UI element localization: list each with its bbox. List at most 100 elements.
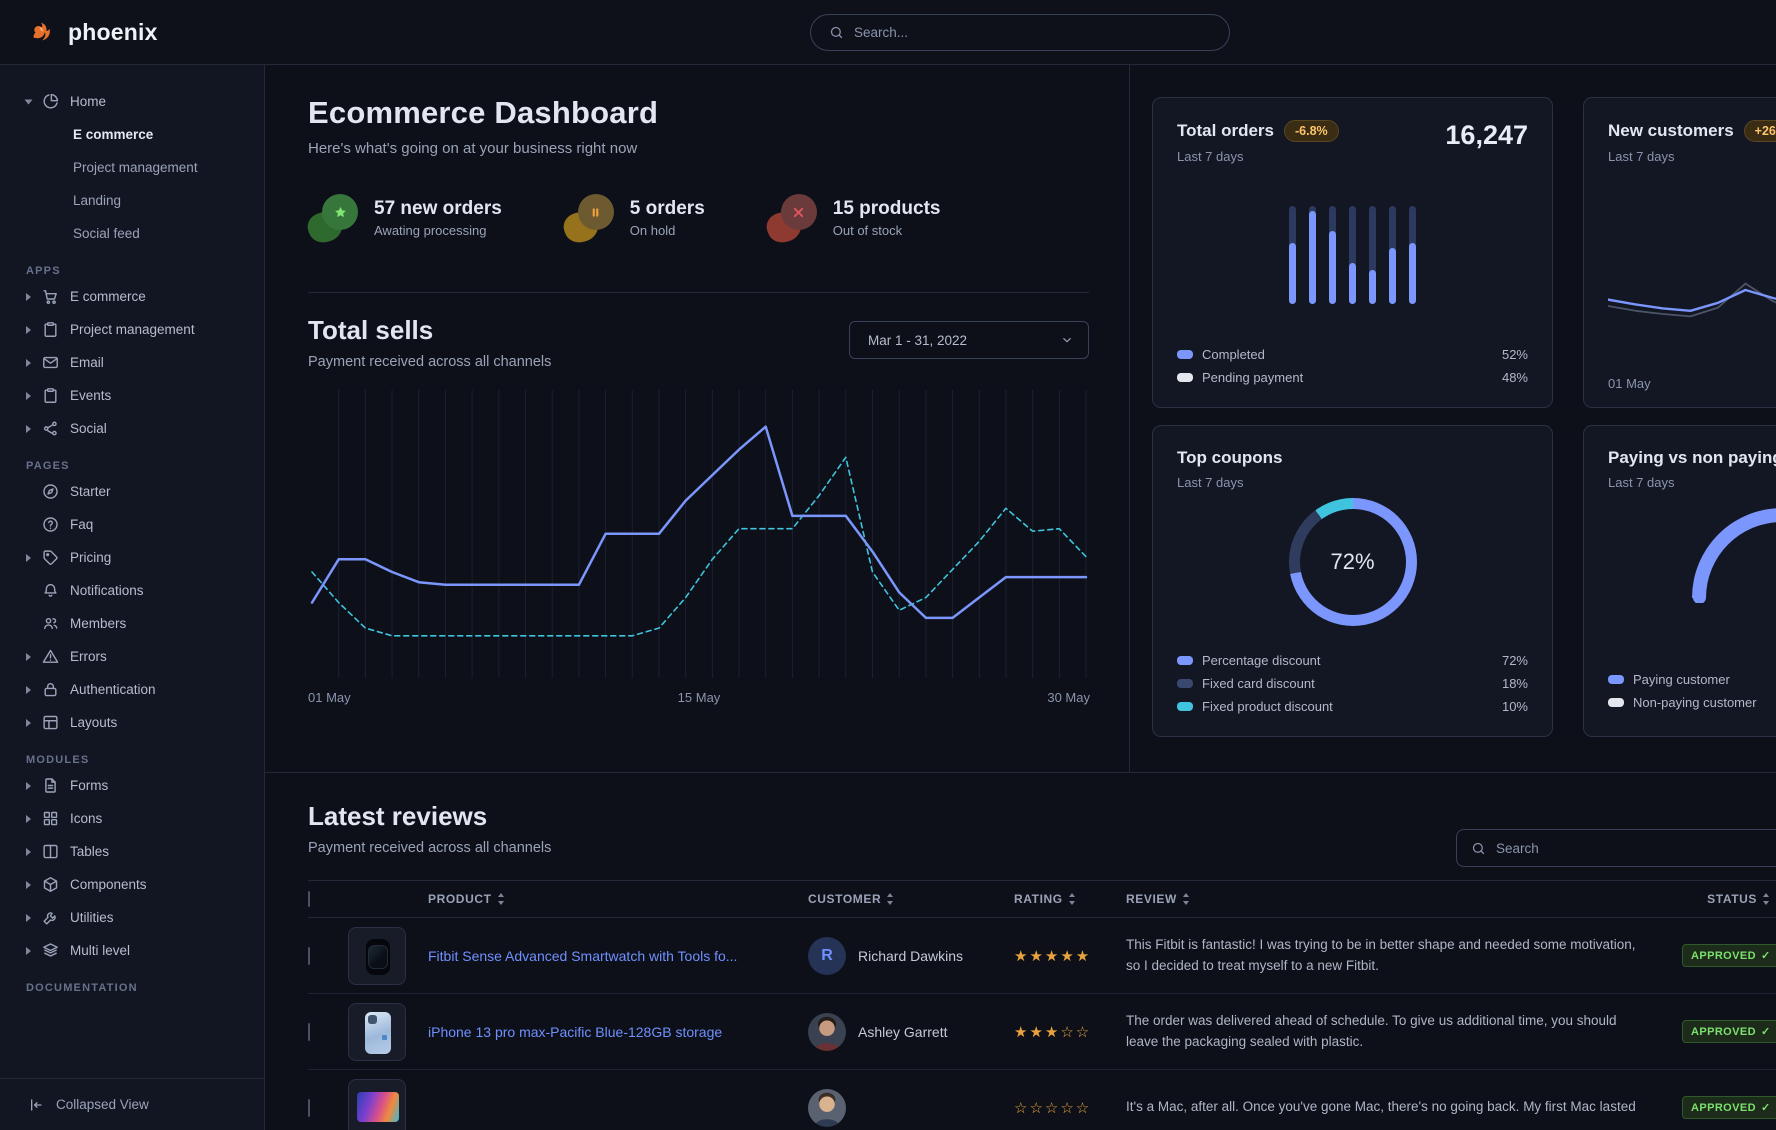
row-checkbox[interactable] — [308, 947, 310, 965]
sidebar-section-pages: PAGES — [26, 457, 254, 475]
select-all-checkbox[interactable] — [308, 891, 310, 907]
legend-swatch — [1608, 675, 1624, 684]
rating-stars: ☆☆☆☆☆ — [1014, 1100, 1091, 1117]
clipboard-icon — [42, 387, 59, 404]
legend-item: Percentage discount 72% — [1177, 649, 1528, 672]
paying-gauge-chart — [1692, 508, 1776, 603]
sidebar-item-pricing[interactable]: Pricing — [26, 541, 254, 574]
sidebar-item-authentication[interactable]: Authentication — [26, 673, 254, 706]
sidebar-section-documentation: DOCUMENTATION — [26, 979, 254, 997]
sidebar-item-project-management[interactable]: Project management — [26, 313, 254, 346]
stat-value: 15 products — [833, 198, 941, 220]
stat-caption: On hold — [630, 223, 705, 238]
sidebar-item-notifications[interactable]: Notifications — [26, 574, 254, 607]
customer-name: Richard Dawkins — [858, 948, 963, 964]
sidebar-item-label: Home — [70, 94, 106, 109]
check-icon: ✓ — [1761, 1101, 1771, 1114]
date-range-value: Mar 1 - 31, 2022 — [868, 333, 967, 348]
rating-stars: ★★★★★ — [1014, 948, 1091, 965]
pause-icon — [588, 205, 603, 220]
sidebar-item-components[interactable]: Components — [26, 868, 254, 901]
product-thumbnail-smartwatch — [348, 927, 406, 985]
review-text: This Fitbit is fantastic! I was trying t… — [1126, 935, 1682, 977]
sidebar-item-members[interactable]: Members — [26, 607, 254, 640]
order-bar — [1409, 206, 1416, 304]
global-search-input[interactable]: Search... — [810, 14, 1230, 51]
stat-caption: Out of stock — [833, 223, 941, 238]
sidebar-item-faq[interactable]: Faq — [26, 508, 254, 541]
total-orders-card: Total orders -6.8% Last 7 days 16,247 Co… — [1152, 97, 1553, 408]
sidebar-item-social[interactable]: Social — [26, 412, 254, 445]
sidebar-item-utilities[interactable]: Utilities — [26, 901, 254, 934]
product-thumbnail-iphone — [348, 1003, 406, 1061]
new-customers-line-chart — [1608, 248, 1776, 343]
sidebar-item-email[interactable]: Email — [26, 346, 254, 379]
cube-icon — [42, 876, 59, 893]
global-search-placeholder: Search... — [854, 25, 908, 40]
legend-swatch — [1177, 679, 1193, 688]
sidebar-item-home[interactable]: Home — [26, 85, 254, 118]
column-header-review[interactable]: REVIEW — [1126, 881, 1682, 918]
reviews-search-placeholder: Search — [1496, 841, 1539, 856]
sidebar-item-landing[interactable]: Landing — [26, 184, 254, 217]
x-tick: 15 May — [678, 690, 721, 705]
card-title: Paying vs non paying — [1608, 448, 1776, 468]
lock-icon — [42, 681, 59, 698]
x-tick: 30 May — [1047, 690, 1090, 705]
share-icon — [42, 420, 59, 437]
collapse-sidebar-button[interactable]: Collapsed View — [0, 1078, 264, 1130]
product-link[interactable]: iPhone 13 pro max-Pacific Blue-128GB sto… — [428, 1024, 722, 1040]
column-header-customer[interactable]: CUSTOMER — [808, 881, 1014, 918]
sidebar-item-multi-level[interactable]: Multi level — [26, 934, 254, 967]
sort-icon — [1762, 893, 1770, 905]
card-title: New customers — [1608, 121, 1734, 141]
sidebar-item-layouts[interactable]: Layouts — [26, 706, 254, 739]
sidebar-item-icons[interactable]: Icons — [26, 802, 254, 835]
avatar: R — [808, 937, 846, 975]
total-sells-title: Total sells — [308, 315, 551, 346]
sidebar-item-project-management-sub[interactable]: Project management — [26, 151, 254, 184]
total-sells-line-chart — [308, 384, 1090, 684]
product-link[interactable]: Fitbit Sense Advanced Smartwatch with To… — [428, 948, 737, 964]
sidebar-item-events[interactable]: Events — [26, 379, 254, 412]
brand-logo[interactable]: phoenix — [28, 17, 158, 47]
row-checkbox[interactable] — [308, 1023, 310, 1041]
date-range-select[interactable]: Mar 1 - 31, 2022 — [849, 321, 1089, 359]
sidebar-item-errors[interactable]: Errors — [26, 640, 254, 673]
search-icon — [829, 25, 844, 40]
row-checkbox[interactable] — [308, 1099, 310, 1117]
review-text: It's a Mac, after all. Once you've gone … — [1126, 1097, 1682, 1118]
donut-center-label: 72% — [1330, 549, 1374, 575]
product-thumbnail-imac — [348, 1079, 406, 1130]
top-coupons-donut-chart: 72% — [1289, 498, 1417, 626]
status-badge: APPROVED✓ — [1682, 1096, 1776, 1119]
change-badge: -6.8% — [1284, 120, 1339, 142]
column-header-status[interactable]: STATUS — [1682, 881, 1776, 918]
card-period: Last 7 days — [1608, 475, 1776, 490]
sidebar-item-forms[interactable]: Forms — [26, 769, 254, 802]
sidebar-item-starter[interactable]: Starter — [26, 475, 254, 508]
avatar — [808, 1089, 846, 1127]
legend-item: Completed 52% — [1177, 343, 1528, 366]
users-icon — [42, 615, 59, 632]
x-tick: 01 May — [308, 690, 351, 705]
legend-swatch — [1177, 350, 1193, 359]
cart-icon — [42, 288, 59, 305]
sidebar-item-ecommerce[interactable]: E commerce — [26, 280, 254, 313]
sidebar-item-social-feed[interactable]: Social feed — [26, 217, 254, 250]
stat-out-of-stock: 15 products Out of stock — [767, 194, 941, 242]
tag-icon — [42, 549, 59, 566]
sort-icon — [1182, 893, 1190, 905]
column-header-product[interactable]: PRODUCT — [428, 881, 808, 918]
clipboard-icon — [42, 321, 59, 338]
sidebar-item-tables[interactable]: Tables — [26, 835, 254, 868]
legend-item: Paying customer — [1608, 668, 1776, 691]
order-bar — [1349, 206, 1356, 304]
sidebar-item-ecommerce-sub[interactable]: E commerce — [26, 118, 254, 151]
column-header-rating[interactable]: RATING — [1014, 881, 1126, 918]
reviews-search-input[interactable]: Search — [1456, 829, 1776, 867]
total-sells-subtitle: Payment received across all channels — [308, 354, 551, 370]
layers-icon — [42, 942, 59, 959]
file-icon — [42, 777, 59, 794]
review-text: The order was delivered ahead of schedul… — [1126, 1011, 1682, 1053]
